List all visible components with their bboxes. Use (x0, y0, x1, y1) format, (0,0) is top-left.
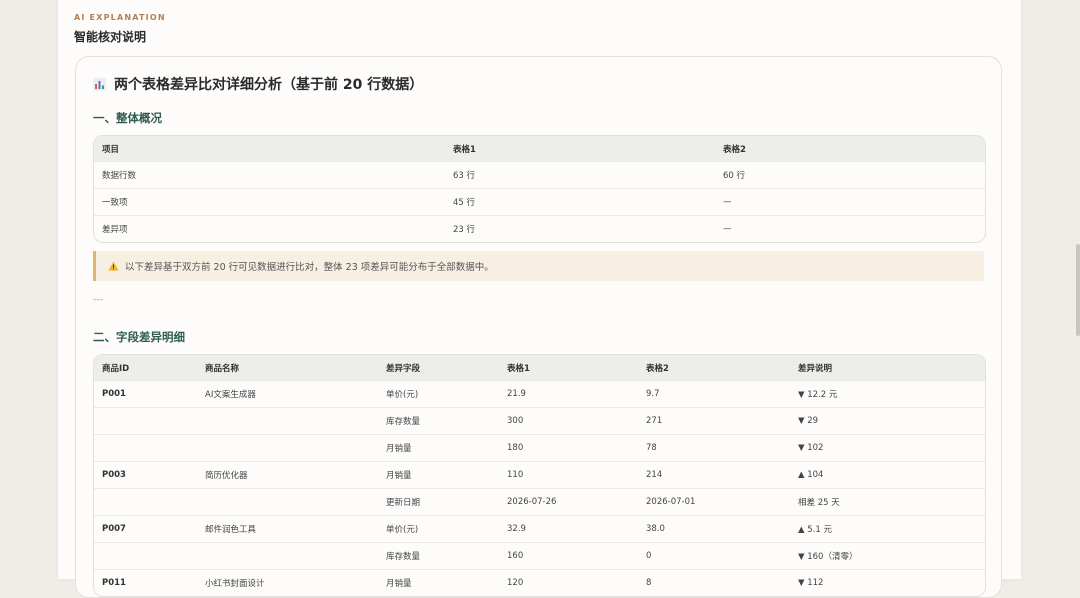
table-cell: 180 (507, 443, 524, 453)
divider: --- (93, 295, 103, 305)
table-row: 差异项 23 行 — (94, 215, 985, 242)
table-row: P007 邮件润色工具 单价(元) 32.9 38.0 ▲ 5.1 元 (94, 515, 985, 542)
table-row: 更新日期 2026-07-26 2026-07-01 相差 25 天 (94, 488, 985, 515)
table-cell: 单价(元) (386, 525, 419, 535)
table-cell: 21.9 (507, 389, 526, 399)
table-cell: 9.7 (646, 389, 660, 399)
report-title-text: 两个表格差异比对详细分析（基于前 20 行数据） (114, 77, 424, 93)
table-cell: 2026-07-26 (507, 497, 557, 507)
column-header: 差异字段 (386, 363, 421, 374)
table-cell: ▼ 112 (798, 578, 824, 588)
table-cell: 月销量 (386, 444, 412, 454)
table-cell: 78 (646, 443, 657, 453)
table-cell: 数据行数 (102, 171, 137, 181)
table-cell: — (723, 224, 732, 234)
table-cell: AI文案生成器 (205, 390, 256, 400)
table-cell: 32.9 (507, 524, 526, 534)
column-header: 表格2 (646, 363, 669, 374)
explanation-panel: AI EXPLANATION 智能核对说明 两个表格差异比对详细分析（基于前 2… (58, 0, 1021, 598)
table-cell: 8 (646, 578, 652, 588)
table-cell: 0 (646, 551, 652, 561)
table-cell: 60 行 (723, 171, 746, 181)
table-row: 数据行数 63 行 60 行 (94, 161, 985, 188)
column-header: 表格1 (453, 144, 476, 155)
table-cell: 2026-07-01 (646, 497, 696, 507)
table-cell: 单价(元) (386, 390, 419, 400)
table-cell: 160 (507, 551, 524, 561)
eyebrow-label: AI EXPLANATION (74, 13, 166, 22)
overview-heading: 一、整体概况 (93, 111, 162, 125)
table-cell: 库存数量 (386, 417, 421, 427)
table-row: 库存数量 160 0 ▼ 160（清零） (94, 542, 985, 569)
table-header-row: 商品ID 商品名称 差异字段 表格1 表格2 差异说明 (94, 355, 985, 380)
table-cell: ▼ 12.2 元 (798, 390, 838, 400)
table-cell: 214 (646, 470, 663, 480)
table-cell: P007 (102, 524, 126, 534)
warning-note-text: 以下差异基于双方前 20 行可见数据进行比对，整体 23 项差异可能分布于全部数… (125, 262, 494, 273)
table-row: 月销量 180 78 ▼ 102 (94, 434, 985, 461)
table-header-row: 项目 表格1 表格2 (94, 136, 985, 161)
table-cell: 120 (507, 578, 524, 588)
report-card: 两个表格差异比对详细分析（基于前 20 行数据） 一、整体概况 项目 表格1 表… (75, 56, 1002, 598)
details-table: 商品ID 商品名称 差异字段 表格1 表格2 差异说明 P001 AI文案生成器… (93, 354, 986, 597)
column-header: 项目 (102, 144, 120, 155)
warning-icon (108, 261, 119, 271)
table-cell: 库存数量 (386, 552, 421, 562)
table-cell: ▼ 29 (798, 416, 819, 426)
table-cell: 差异项 (102, 225, 128, 235)
column-header: 表格2 (723, 144, 746, 155)
table-row: 库存数量 300 271 ▼ 29 (94, 407, 985, 434)
table-row: P001 AI文案生成器 单价(元) 21.9 9.7 ▼ 12.2 元 (94, 380, 985, 407)
table-cell: ▲ 5.1 元 (798, 525, 832, 535)
page-scrollbar[interactable] (1076, 244, 1080, 336)
table-cell: 23 行 (453, 225, 476, 235)
column-header: 商品名称 (205, 363, 240, 374)
table-cell: 一致项 (102, 198, 128, 208)
table-row: P011 小红书封面设计 月销量 120 8 ▼ 112 (94, 569, 985, 596)
table-cell: P003 (102, 470, 126, 480)
table-cell: 相差 25 天 (798, 498, 840, 508)
table-cell: 简历优化器 (205, 471, 248, 481)
table-cell: 63 行 (453, 171, 476, 181)
bar-chart-icon (93, 77, 106, 91)
column-header: 表格1 (507, 363, 530, 374)
table-cell: 45 行 (453, 198, 476, 208)
table-cell: 邮件润色工具 (205, 525, 257, 535)
column-header: 商品ID (102, 363, 130, 374)
overview-table: 项目 表格1 表格2 数据行数 63 行 60 行 一致项 45 行 — 差异项… (93, 135, 986, 243)
warning-note: 以下差异基于双方前 20 行可见数据进行比对，整体 23 项差异可能分布于全部数… (93, 251, 984, 281)
table-cell: 月销量 (386, 471, 412, 481)
table-cell: ▲ 104 (798, 470, 824, 480)
table-cell: ▼ 102 (798, 443, 824, 453)
details-heading: 二、字段差异明细 (93, 330, 185, 344)
table-cell: P011 (102, 578, 126, 588)
table-row: 一致项 45 行 — (94, 188, 985, 215)
table-cell: 300 (507, 416, 524, 426)
section-title: 智能核对说明 (74, 30, 147, 44)
table-cell: 110 (507, 470, 524, 480)
report-title: 两个表格差异比对详细分析（基于前 20 行数据） (93, 74, 423, 94)
table-cell: 更新日期 (386, 498, 421, 508)
table-cell: P001 (102, 389, 126, 399)
column-header: 差异说明 (798, 363, 833, 374)
table-cell: ▼ 160（清零） (798, 552, 858, 562)
table-cell: 271 (646, 416, 663, 426)
table-cell: — (723, 197, 732, 207)
table-cell: 38.0 (646, 524, 665, 534)
table-row: P003 简历优化器 月销量 110 214 ▲ 104 (94, 461, 985, 488)
